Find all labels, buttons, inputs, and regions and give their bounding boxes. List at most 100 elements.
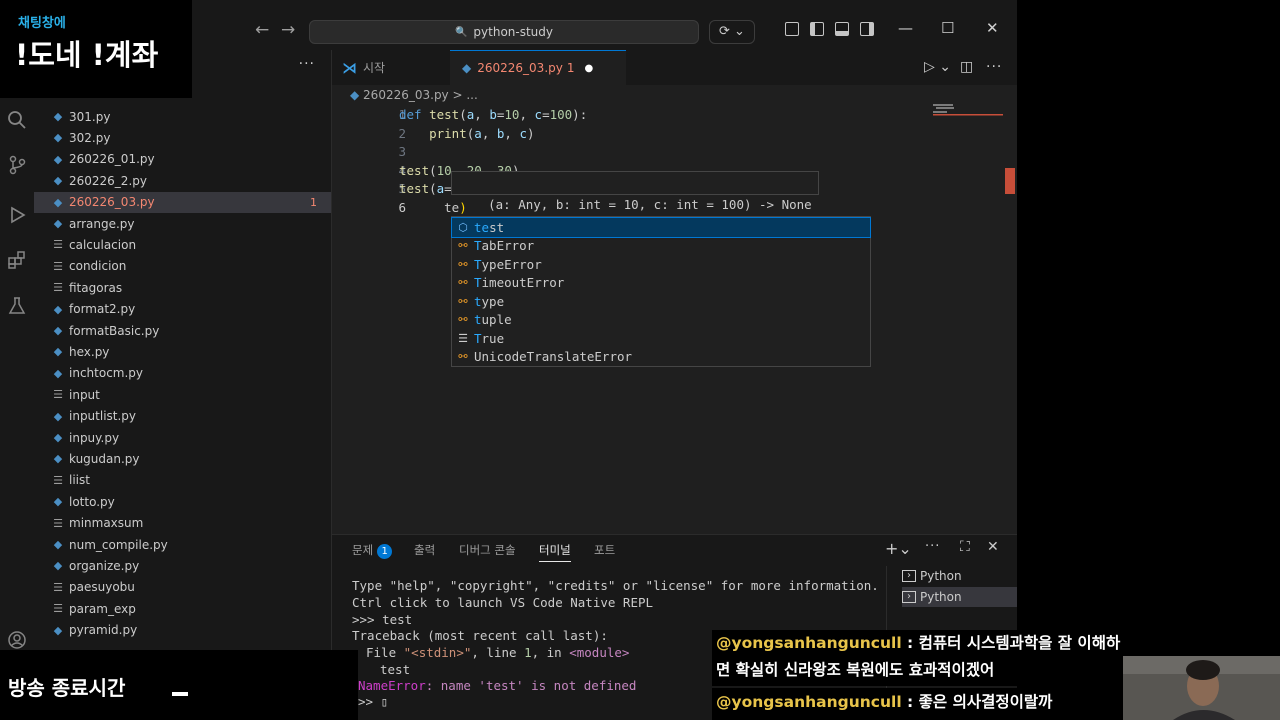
python-file-icon: ◆	[53, 495, 63, 509]
class-icon: ⚯	[458, 257, 468, 271]
file-item[interactable]: ◆ inputlist.py	[34, 406, 331, 427]
file-item[interactable]: ◆ lotto.py	[34, 491, 331, 512]
run-debug-icon[interactable]	[7, 205, 27, 225]
file-item[interactable]: ◆ organize.py	[34, 555, 331, 576]
suggestion-item[interactable]: ⚯ UnicodeTranslateError	[452, 348, 870, 367]
tab-label: 시작	[363, 61, 386, 75]
file-name: minmaxsum	[69, 516, 144, 531]
run-python-file-icon[interactable]: ▷ ⌄	[924, 59, 951, 75]
suggestion-widget: ⬡ test ⚯ TabError ⚯ TypeError ⚯ TimeoutError ⚯ ty…	[451, 216, 871, 367]
layout-customize-icon[interactable]	[785, 22, 799, 36]
file-item[interactable]: ☰ condicion	[34, 256, 331, 277]
file-item[interactable]: ◆ pyramid.py	[34, 620, 331, 641]
file-item[interactable]: ◆ inchtocm.py	[34, 363, 331, 384]
tab-debug-console[interactable]: 디버그 콘솔	[459, 542, 516, 558]
code-line-6: te)	[429, 200, 467, 215]
close-window-button[interactable]: ✕	[986, 19, 999, 37]
split-editor-icon[interactable]: ◫	[960, 59, 973, 75]
copilot-icon[interactable]: ⟳ ⌄	[709, 20, 755, 44]
file-item[interactable]: ☰ input	[34, 384, 331, 405]
file-item[interactable]: ◆ 260226_03.py 1	[34, 191, 331, 213]
new-terminal-icon[interactable]: +⌄	[885, 539, 912, 558]
maximize-button[interactable]: ☐	[941, 19, 954, 37]
command-center-search[interactable]: 🔍 python-study	[309, 20, 699, 44]
file-item[interactable]: ◆ format2.py	[34, 299, 331, 320]
close-panel-icon[interactable]: ✕	[987, 539, 999, 555]
cursor-bar	[172, 692, 188, 696]
explorer-more-actions[interactable]: ···	[299, 56, 315, 72]
file-item[interactable]: ◆ arrange.py	[34, 213, 331, 234]
file-item[interactable]: ◆ num_compile.py	[34, 534, 331, 555]
suggestion-label: UnicodeTranslateError	[474, 349, 633, 365]
tab-problems[interactable]: 문제 1	[352, 542, 393, 559]
source-control-icon[interactable]	[7, 155, 27, 175]
chat-message: @yongsanhanguncull : 좋은 의사결정이랄까	[712, 688, 1124, 720]
maximize-panel-icon[interactable]: ⛶	[960, 539, 970, 555]
terminal-instance[interactable]: › Python	[902, 587, 1017, 607]
terminal-line: test	[380, 662, 411, 677]
tab-start[interactable]: ⋊ 시작	[332, 50, 444, 85]
python-file-icon: ◆	[53, 217, 63, 230]
terminal-prompt[interactable]: >> ▯	[358, 694, 388, 709]
file-name: pyramid.py	[69, 623, 138, 638]
tab-error-count: 1	[566, 61, 575, 75]
file-item[interactable]: ◆ kugudan.py	[34, 448, 331, 469]
editor-more-actions[interactable]: ···	[986, 59, 1002, 75]
webcam-person-image	[1123, 656, 1280, 720]
tab-output[interactable]: 출력	[414, 542, 435, 558]
back-arrow-icon[interactable]: ←	[255, 20, 269, 40]
file-item[interactable]: ◆ 260226_01.py	[34, 149, 331, 170]
toggle-primary-sidebar-icon[interactable]	[810, 22, 824, 36]
toggle-panel-icon[interactable]	[835, 22, 849, 36]
end-time-label: 방송 종료시간	[8, 676, 126, 700]
file-item[interactable]: ☰ liist	[34, 470, 331, 491]
terminal-instance[interactable]: › Python	[902, 566, 1017, 586]
line-number: 3	[398, 144, 406, 160]
file-item[interactable]: ☰ paesuyobu	[34, 577, 331, 598]
file-name: hex.py	[69, 344, 110, 359]
file-item[interactable]: ◆ formatBasic.py	[34, 320, 331, 341]
suggestion-item[interactable]: ☰ True	[452, 329, 870, 348]
file-name: fitagoras	[69, 280, 123, 295]
suggestion-item[interactable]: ⚯ type	[452, 292, 870, 311]
stream-overlay-donation: 채팅창에 !도네 !계좌	[0, 0, 192, 98]
python-file-icon: ◆	[462, 61, 472, 75]
forward-arrow-icon[interactable]: →	[281, 20, 295, 40]
class-icon: ⚯	[458, 350, 468, 364]
file-item[interactable]: ☰ calculacion	[34, 234, 331, 255]
suggestion-item[interactable]: ⬡ test	[451, 217, 871, 238]
text-file-icon: ☰	[53, 516, 63, 530]
breadcrumb[interactable]: ◆ 260226_03.py > ...	[350, 88, 478, 102]
file-name: lotto.py	[69, 494, 115, 509]
tab-terminal[interactable]: 터미널	[539, 542, 571, 562]
file-item[interactable]: ☰ param_exp	[34, 598, 331, 619]
panel-more-icon[interactable]: ···	[925, 539, 940, 554]
file-name: 260226_03.py	[69, 195, 155, 210]
text-file-icon: ☰	[53, 259, 63, 273]
minimap[interactable]	[933, 104, 1003, 118]
account-icon[interactable]	[7, 630, 27, 650]
stream-overlay-end-time: 방송 종료시간	[0, 650, 358, 720]
suggestion-item[interactable]: ⚯ tuple	[452, 311, 870, 330]
extensions-icon[interactable]	[7, 250, 27, 270]
file-item[interactable]: ☰ fitagoras	[34, 277, 331, 298]
code-line-5: test(a=	[399, 181, 452, 196]
suggestion-item[interactable]: ⚯ TimeoutError	[452, 274, 870, 293]
minimize-button[interactable]: —	[898, 19, 913, 37]
unsaved-dot-icon[interactable]: ●	[585, 63, 594, 74]
testing-flask-icon[interactable]	[7, 296, 27, 316]
terminal-line: Ctrl click to launch VS Code Native REPL	[352, 595, 654, 610]
suggestion-item[interactable]: ⚯ TypeError	[452, 255, 870, 274]
file-item[interactable]: ◆ 301.py	[34, 106, 331, 127]
tab-ports[interactable]: 포트	[594, 542, 615, 558]
editor-tabbar: ⋊ 시작 ◆ 260226_03.py 1 ● ▷ ⌄ ◫ ···	[332, 50, 1017, 85]
search-icon[interactable]	[7, 110, 27, 130]
tab-260226-03[interactable]: ◆ 260226_03.py 1 ●	[450, 50, 626, 85]
file-item[interactable]: ◆ 302.py	[34, 127, 331, 148]
file-item[interactable]: ☰ minmaxsum	[34, 513, 331, 534]
suggestion-item[interactable]: ⚯ TabError	[452, 237, 870, 256]
file-item[interactable]: ◆ hex.py	[34, 341, 331, 362]
file-item[interactable]: ◆ 260226_2.py	[34, 170, 331, 191]
file-item[interactable]: ◆ inpuy.py	[34, 427, 331, 448]
toggle-secondary-sidebar-icon[interactable]	[860, 22, 874, 36]
